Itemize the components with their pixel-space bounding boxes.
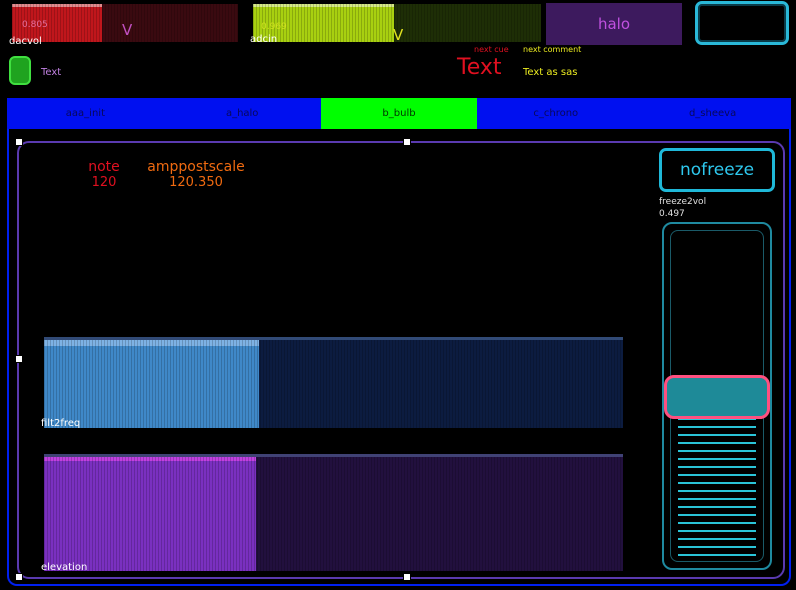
adcin-label: adcin	[250, 34, 278, 45]
resize-handle-bottom-left[interactable]	[15, 573, 23, 581]
freeze2vol-slider[interactable]	[662, 222, 772, 570]
filt2freq-slider[interactable]	[44, 337, 623, 428]
dacvol-label: dacvol	[9, 36, 42, 47]
blank-button[interactable]	[695, 1, 789, 45]
elevation-slider[interactable]	[44, 454, 623, 571]
amppostscale-readout: amppostscale 120.350	[146, 159, 246, 190]
text-toggle[interactable]	[9, 56, 31, 85]
filt2freq-label: filt2freq	[41, 418, 81, 429]
note-value: 120	[91, 175, 117, 190]
scene-tabs: aaa_init a_halo b_bulb c_chrono d_sheeva	[7, 98, 791, 129]
elevation-label: elevation	[41, 562, 88, 573]
note-readout: note 120	[84, 159, 124, 190]
nofreeze-button-label: nofreeze	[679, 160, 755, 180]
next-cue-text: Text	[457, 55, 502, 80]
tab-b-bulb[interactable]: b_bulb	[320, 98, 478, 129]
freeze2vol-slider-handle[interactable]	[664, 374, 770, 419]
resize-handle-middle-left[interactable]	[15, 355, 23, 363]
freeze2vol-label: freeze2vol	[659, 197, 707, 207]
tab-c-chrono[interactable]: c_chrono	[477, 98, 634, 129]
adcin-value: 0.969	[261, 22, 287, 32]
resize-handle-top-left[interactable]	[15, 138, 23, 146]
halo-button[interactable]: halo	[546, 3, 682, 45]
amppostscale-label: amppostscale	[147, 159, 245, 175]
dacvol-marker: V	[122, 21, 133, 39]
dacvol-value: 0.805	[22, 20, 48, 30]
tab-a-halo[interactable]: a_halo	[164, 98, 321, 129]
resize-handle-bottom-center[interactable]	[403, 573, 411, 581]
tab-aaa-init[interactable]: aaa_init	[7, 98, 164, 129]
adcin-meter[interactable]: 0.969 V	[253, 4, 541, 42]
resize-handle-top-center[interactable]	[403, 138, 411, 146]
next-comment-label: next comment	[523, 45, 582, 54]
nofreeze-button[interactable]: nofreeze	[659, 148, 775, 192]
next-cue-label: next cue	[474, 45, 509, 54]
freeze2vol-slider-fill	[678, 396, 756, 556]
toggle-label: Text	[41, 67, 62, 78]
dacvol-meter[interactable]: 0.805 V	[12, 4, 238, 42]
freeze2vol-value: 0.497	[659, 209, 685, 219]
tab-d-sheeva[interactable]: d_sheeva	[634, 98, 791, 129]
amppostscale-value: 120.350	[169, 175, 223, 190]
adcin-marker: V	[393, 26, 404, 42]
next-comment-text: Text as sas	[523, 67, 578, 78]
halo-button-label: halo	[597, 15, 631, 33]
note-label: note	[88, 159, 120, 175]
